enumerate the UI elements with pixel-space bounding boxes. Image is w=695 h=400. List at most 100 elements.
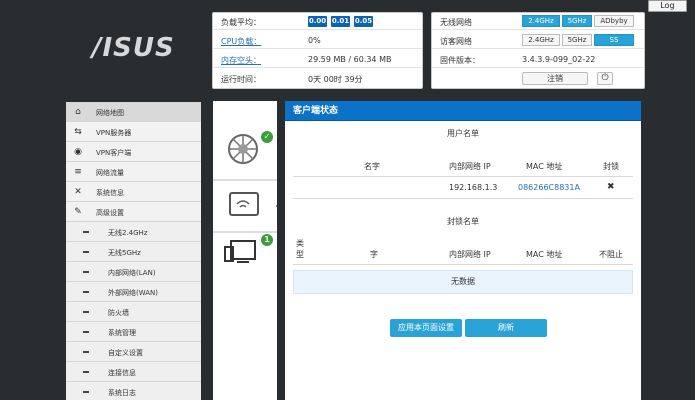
col-ip: 内部网络 IP	[449, 162, 491, 171]
asus-logo: /ISUS	[92, 33, 175, 63]
sidebar-subitem-label: 系统日志	[108, 389, 136, 397]
firmware-link[interactable]: 3.4.3.9-099_02-22	[522, 55, 595, 64]
client-mac[interactable]: 086266C8831A	[518, 183, 580, 192]
wifi-row: 无线网络 2.4GHz 5GHz ADbyby	[432, 13, 644, 30]
globe-network-icon	[228, 134, 258, 164]
sidebar-item-label: 系统信息	[96, 189, 124, 197]
sidebar-item-network-map[interactable]: ⌂ 网络地图	[66, 102, 201, 122]
home-icon: ⌂	[75, 107, 81, 117]
sidebar: ⌂ 网络地图 ⇆ VPN服务器 ◉ VPN客户端 ≡ 网络流量 ✕ 系统信息 ✎…	[66, 102, 201, 400]
dash-icon	[83, 391, 89, 393]
wifi-5-button[interactable]: 5GHz	[562, 15, 592, 27]
sidebar-subitem-connections[interactable]: 连接信息	[66, 362, 201, 382]
sidebar-item-advanced[interactable]: ✎ 高级设置	[66, 202, 201, 222]
sidebar-subitem-label: 无线2.4GHz	[108, 229, 148, 237]
sidebar-subitem-wan[interactable]: 外部网络(WAN)	[66, 282, 201, 302]
sidebar-subitem-custom[interactable]: 自定义设置	[66, 342, 201, 362]
router-icon	[229, 192, 259, 216]
divider	[293, 198, 633, 199]
col-block: 封锁	[603, 162, 619, 171]
sidebar-item-label: VPN服务器	[96, 129, 132, 137]
dash-icon	[83, 231, 89, 233]
firmware-label: 固件版本：	[440, 56, 480, 65]
internet-status[interactable]: ✓	[213, 119, 277, 179]
sidebar-item-label: 网络流量	[96, 169, 124, 177]
col-type-a: 类	[296, 239, 304, 248]
block-icon[interactable]: ✖	[607, 182, 615, 192]
load-row: 负载平均： 0.00 0.01 0.05	[213, 13, 422, 30]
guest-24-button[interactable]: 2.4GHz	[522, 34, 560, 46]
col-ip2: 内部网络 IP	[449, 250, 491, 259]
sidebar-subitem-label: 防火墙	[108, 309, 129, 317]
uptime-row: 运行时间： 0天 00时 39分	[213, 70, 422, 87]
logout-action-button[interactable]: 注销	[522, 72, 588, 85]
sidebar-item-traffic[interactable]: ≡ 网络流量	[66, 162, 201, 182]
mem-link[interactable]: 内存空头：	[221, 55, 261, 66]
network-map-column: ✓ 1	[213, 101, 286, 400]
sidebar-subitem-label: 连接信息	[108, 369, 136, 377]
dash-icon	[83, 331, 89, 333]
status-panel: 负载平均： 0.00 0.01 0.05 CPU负载： 0% 内存空头： 29.…	[212, 12, 423, 89]
refresh-button[interactable]: 刷新	[465, 319, 547, 337]
wireless-panel: 无线网络 2.4GHz 5GHz ADbyby 访客网络 2.4GHz 5GHz…	[431, 12, 645, 89]
sidebar-subitem-label: 无线5GHz	[108, 249, 141, 257]
col-mac: MAC 地址	[526, 162, 563, 171]
sidebar-item-vpn-server[interactable]: ⇆ VPN服务器	[66, 122, 201, 142]
col-type-b: 型	[296, 250, 304, 259]
cpu-link[interactable]: CPU负载：	[221, 36, 261, 47]
apply-button[interactable]: 应用本页面设置	[390, 319, 462, 337]
clients-status[interactable]: 1	[213, 231, 277, 291]
divider	[293, 264, 633, 265]
sidebar-subitem-admin[interactable]: 系统管理	[66, 322, 201, 342]
globe-icon: ◉	[74, 147, 82, 157]
sidebar-item-label: 网络地图	[96, 109, 124, 117]
client-count-badge: 1	[261, 234, 273, 246]
col-unblock: 不阻止	[599, 250, 623, 259]
sidebar-subitem-syslog[interactable]: 系统日志	[66, 382, 201, 400]
client-ip: 192.168.1.3	[449, 183, 498, 192]
wifi-24-button[interactable]: 2.4GHz	[522, 15, 560, 27]
shuffle-icon: ✕	[74, 187, 82, 197]
col-name: 名字	[364, 162, 380, 171]
sidebar-subitem-label: 系统管理	[108, 329, 136, 337]
dash-icon	[83, 271, 89, 273]
uptime-value: 0天 00时 39分	[308, 75, 363, 84]
load-label: 负载平均：	[221, 18, 261, 27]
mem-value: 29.59 MB / 60.34 MB	[308, 55, 392, 64]
panel-title: 客户端状态	[285, 101, 641, 121]
cpu-value: 0%	[308, 36, 321, 45]
sidebar-item-system-info[interactable]: ✕ 系统信息	[66, 182, 201, 202]
swap-icon: ⇆	[74, 127, 82, 137]
load-1min: 0.00	[308, 16, 327, 27]
sidebar-subitem-lan[interactable]: 内部网络(LAN)	[66, 262, 201, 282]
actions-row: 注销 ⏻	[432, 70, 644, 87]
dash-icon	[83, 291, 89, 293]
reboot-icon[interactable]: ⏻	[597, 72, 613, 85]
sidebar-subitem-firewall[interactable]: 防火墙	[66, 302, 201, 322]
guest-label: 访客网络	[440, 37, 472, 46]
sidebar-item-vpn-client[interactable]: ◉ VPN客户端	[66, 142, 201, 162]
client-status-panel: 客户端状态 用户名单 名字 内部网络 IP MAC 地址 封锁 192.168.…	[285, 101, 641, 400]
divider	[293, 176, 633, 177]
sidebar-subitem-wireless-5[interactable]: 无线5GHz	[66, 242, 201, 262]
sidebar-item-label: 高级设置	[96, 209, 124, 217]
load-15min: 0.05	[354, 16, 373, 27]
dash-icon	[83, 251, 89, 253]
mem-row: 内存空头： 29.59 MB / 60.34 MB	[213, 51, 422, 68]
ss-button[interactable]: SS	[594, 34, 634, 46]
sidebar-subitem-wireless-24[interactable]: 无线2.4GHz	[66, 222, 201, 242]
check-icon: ✓	[261, 131, 273, 143]
dash-icon	[83, 351, 89, 353]
user-list-title: 用户名单	[447, 129, 479, 138]
guest-5-button[interactable]: 5GHz	[562, 34, 592, 46]
router-status[interactable]	[213, 181, 277, 231]
dash-icon	[83, 311, 89, 313]
block-list-title: 封锁名单	[447, 217, 479, 226]
wifi-label: 无线网络	[440, 18, 472, 27]
sidebar-subitem-label: 外部网络(WAN)	[108, 289, 159, 297]
logout-button[interactable]: Log	[648, 0, 687, 12]
adbyby-button[interactable]: ADbyby	[594, 15, 634, 27]
no-data-row: 无数据	[293, 270, 633, 294]
sidebar-subitem-label: 内部网络(LAN)	[108, 269, 156, 277]
load-5min: 0.01	[331, 16, 350, 27]
